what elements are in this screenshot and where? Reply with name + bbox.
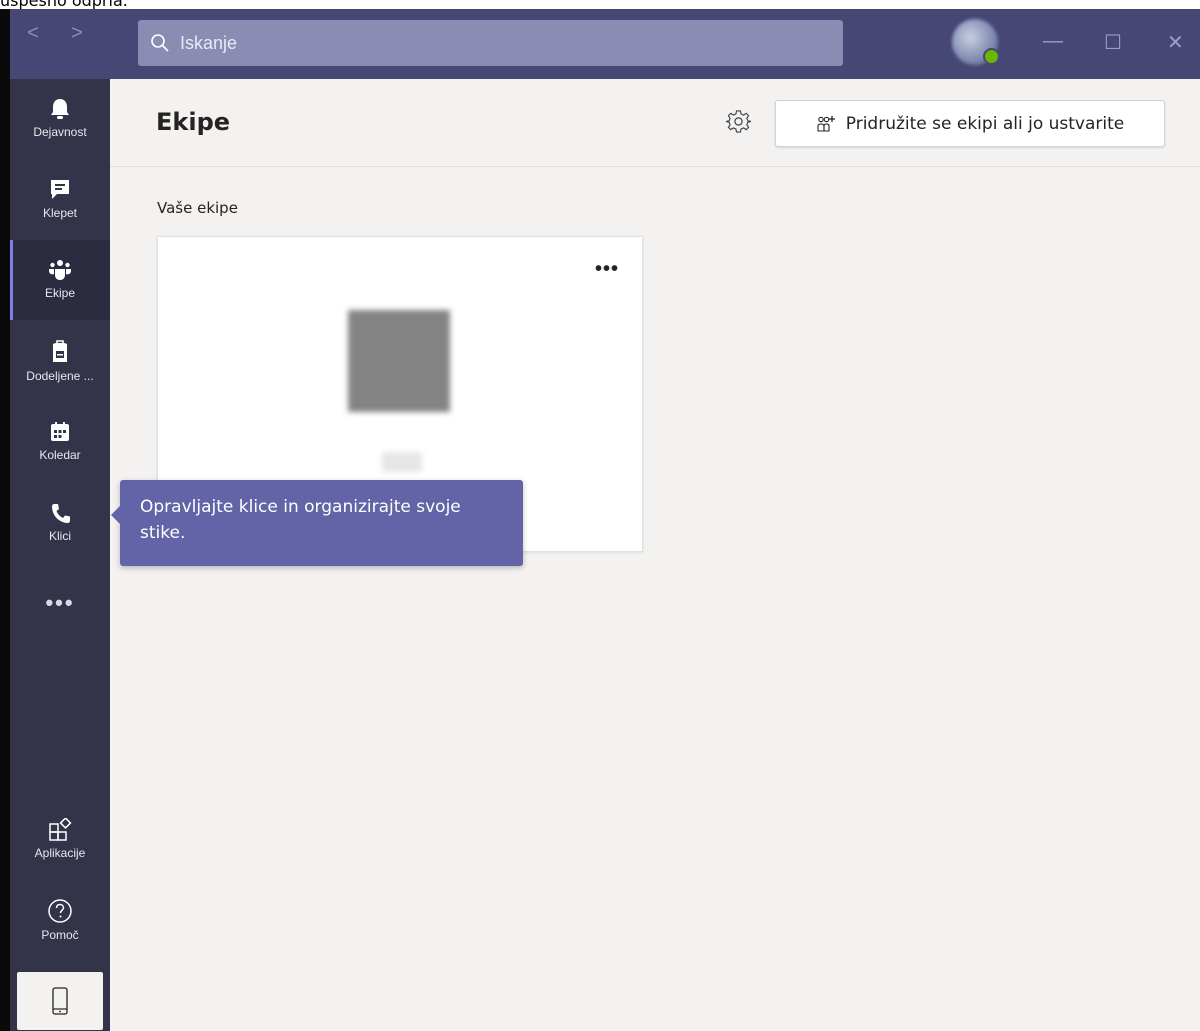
rail-item-label: Pomoč: [41, 928, 79, 942]
rail-item-teams[interactable]: Ekipe: [10, 240, 110, 320]
search-box[interactable]: [138, 20, 843, 66]
close-button[interactable]: ✕: [1167, 30, 1184, 55]
forward-button[interactable]: >: [66, 22, 88, 45]
chat-icon: [51, 180, 69, 199]
rail-item-label: Ekipe: [44, 286, 76, 300]
rail-item-calls[interactable]: Klici: [10, 483, 110, 563]
rail-item-activity[interactable]: Dejavnost: [10, 79, 110, 159]
rail-item-assignments[interactable]: Dodeljene ...: [10, 321, 110, 401]
add-team-icon: [817, 115, 835, 132]
maximize-button[interactable]: ☐: [1104, 30, 1122, 55]
apps-icon: [49, 818, 72, 841]
back-button[interactable]: <: [22, 22, 44, 45]
rail-item-label: Dodeljene ...: [26, 369, 94, 383]
search-icon: [151, 34, 169, 52]
section-label: Vaše ekipe: [157, 199, 238, 217]
rail-item-help[interactable]: Pomoč: [10, 880, 110, 960]
caption-text: uspešno odpria.: [0, 0, 128, 10]
rail-item-calendar[interactable]: Koledar: [10, 402, 110, 482]
more-options-button[interactable]: •••: [595, 258, 619, 281]
search-input[interactable]: [178, 31, 782, 55]
rail-item-chat[interactable]: Klepet: [10, 160, 110, 240]
join-or-create-team-button[interactable]: Pridružite se ekipi ali jo ustvarite: [775, 100, 1165, 147]
rail-item-label: Klici: [48, 529, 71, 543]
mobile-device-icon: [52, 987, 68, 1015]
rail-item-label: Dejavnost: [33, 125, 87, 139]
rail-item-label: Koledar: [39, 448, 81, 462]
team-name: [382, 452, 422, 472]
rail-item-apps[interactable]: Aplikacije: [10, 800, 110, 880]
tooltip-text: Opravljajte klice in organizirajte svoje…: [140, 497, 461, 543]
history-nav: < >: [22, 22, 88, 45]
rail-item-label: Klepet: [42, 206, 78, 220]
presence-status-icon: [983, 48, 1000, 65]
download-mobile-button[interactable]: [17, 972, 103, 1030]
assignments-icon: [53, 340, 67, 362]
help-icon: [48, 899, 72, 923]
teams-icon: [49, 260, 71, 280]
more-apps-button[interactable]: •••: [10, 590, 110, 616]
team-avatar: [348, 310, 450, 412]
teaching-tooltip: Opravljajte klice in organizirajte svoje…: [111, 480, 523, 566]
minimize-button[interactable]: —: [1043, 30, 1063, 53]
bell-icon: [51, 99, 69, 119]
phone-icon: [52, 504, 70, 523]
page-title: Ekipe: [156, 108, 231, 136]
join-button-label: Pridružite se ekipi ali jo ustvarite: [845, 113, 1125, 134]
calendar-icon: [51, 422, 69, 441]
gear-icon[interactable]: [726, 109, 752, 135]
rail-item-label: Aplikacije: [34, 846, 86, 860]
